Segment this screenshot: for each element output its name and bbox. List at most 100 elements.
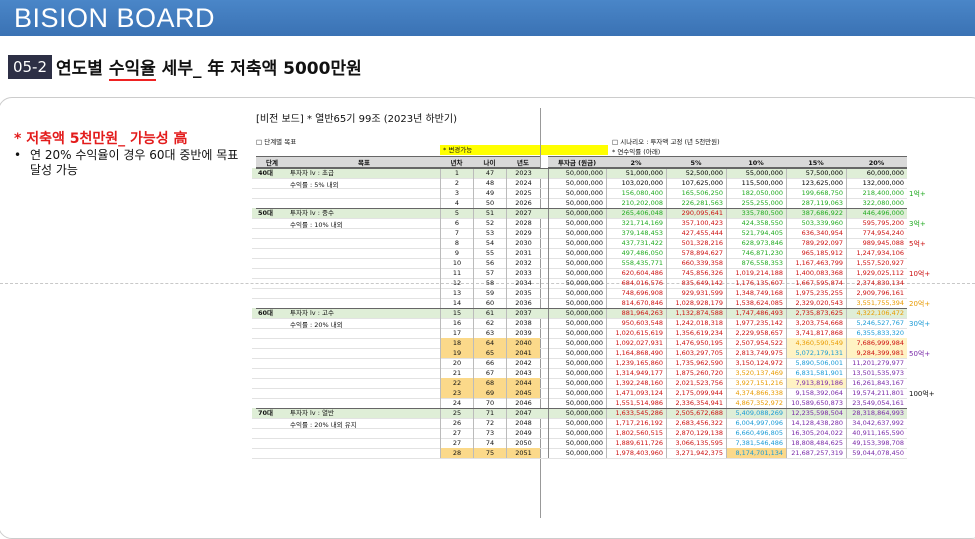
table-cell: 636,340,954 [786, 228, 846, 238]
table-cell: 103,020,000 [606, 178, 666, 188]
table-cell: 10,589,650,873 [786, 398, 846, 408]
table-cell: 965,185,912 [786, 248, 846, 258]
table-cell: 50,000,000 [548, 418, 606, 428]
stage-divider [256, 308, 907, 309]
table-cell: 50,000,000 [548, 238, 606, 248]
table-cell: 6,355,833,320 [846, 328, 907, 338]
table-cell: 15 [440, 308, 473, 318]
table-cell: 64 [473, 338, 506, 348]
table-cell: 58 [473, 278, 506, 288]
table-cell: 226,281,563 [666, 198, 726, 208]
table-cell: 50,000,000 [548, 338, 606, 348]
table-cell: 50,000,000 [548, 368, 606, 378]
table-cell: 40,911,165,590 [846, 428, 907, 438]
table-cell: 501,328,216 [666, 238, 726, 248]
table-cell: 69 [473, 388, 506, 398]
milestone-marker: 20억+ [909, 300, 931, 308]
table-cell: 7,686,999,984 [846, 338, 907, 348]
table-cell: 1,356,619,234 [666, 328, 726, 338]
table-cell: 2045 [506, 388, 540, 398]
table-cell: 115,500,000 [726, 178, 786, 188]
table-cell: 2051 [506, 448, 540, 458]
stage-label: 70대 [258, 409, 274, 417]
table-cell: 26 [440, 418, 473, 428]
table-cell: 18 [440, 338, 473, 348]
table-cell: 17 [440, 328, 473, 338]
table-cell: 5 [440, 208, 473, 218]
table-cell: 50,000,000 [548, 388, 606, 398]
table-cell: 3,150,124,972 [726, 358, 786, 368]
table-cell: 3,551,755,394 [846, 298, 907, 308]
table-cell: 6,660,496,805 [726, 428, 786, 438]
table-cell: 72 [473, 418, 506, 428]
table-cell: 18,808,484,625 [786, 438, 846, 448]
header-6: 2% [606, 156, 666, 168]
table-cell: 497,486,050 [606, 248, 666, 258]
table-cell: 2030 [506, 238, 540, 248]
table-cell: 11,201,279,977 [846, 358, 907, 368]
table-cell: 1,747,486,493 [726, 308, 786, 318]
table-cell: 2049 [506, 428, 540, 438]
milestone-marker: 100억+ [909, 390, 935, 398]
table-cell: 8,174,701,134 [726, 448, 786, 458]
table-cell: 379,148,453 [606, 228, 666, 238]
table-cell: 12 [440, 278, 473, 288]
table-cell: 1,348,749,168 [726, 288, 786, 298]
table-cell: 53 [473, 228, 506, 238]
stage-goal-level: 투자자 lv : 중수 [290, 209, 334, 217]
table-cell: 660,339,358 [666, 258, 726, 268]
table-cell: 595,795,200 [846, 218, 907, 228]
title-underlined: 수익율 [108, 59, 156, 81]
table-cell: 12,235,598,504 [786, 408, 846, 418]
table-cell: 1,875,260,720 [666, 368, 726, 378]
table-cell: 8 [440, 238, 473, 248]
table-cell: 1,314,949,177 [606, 368, 666, 378]
table-cell: 558,435,771 [606, 258, 666, 268]
table-cell: 2,909,796,161 [846, 288, 907, 298]
table-cell: 11 [440, 268, 473, 278]
table-cell: 50,000,000 [548, 178, 606, 188]
table-cell: 28,318,864,993 [846, 408, 907, 418]
table-cell: 50,000,000 [548, 378, 606, 388]
table-cell: 19,574,211,801 [846, 388, 907, 398]
table-cell: 814,670,846 [606, 298, 666, 308]
table-cell: 6,831,581,901 [786, 368, 846, 378]
table-cell: 2044 [506, 378, 540, 388]
table-cell: 929,931,599 [666, 288, 726, 298]
table-cell: 54 [473, 238, 506, 248]
header-3: 나이 [473, 156, 506, 168]
table-cell: 156,080,400 [606, 188, 666, 198]
table-cell: 2,507,954,522 [726, 338, 786, 348]
table-cell: 748,696,908 [606, 288, 666, 298]
table-cell: 2047 [506, 408, 540, 418]
table-cell: 165,506,250 [666, 188, 726, 198]
table-cell: 4,322,106,472 [846, 308, 907, 318]
table-cell: 3,927,151,216 [726, 378, 786, 388]
table-cell: 2025 [506, 188, 540, 198]
summary-note: • 연 20% 수익율이 경우 60대 중반에 목표달성 가능 [14, 148, 239, 178]
table-cell: 1,633,545,286 [606, 408, 666, 418]
table-cell: 123,625,000 [786, 178, 846, 188]
table-cell: 75 [473, 448, 506, 458]
table-cell: 50,000,000 [548, 228, 606, 238]
table-cell: 50,000,000 [548, 248, 606, 258]
table-cell: 2,329,020,543 [786, 298, 846, 308]
table-cell: 2048 [506, 418, 540, 428]
table-cell: 16,305,204,022 [786, 428, 846, 438]
stage-goal-return: 수익률 : 20% 내외 [290, 321, 343, 329]
header-8: 10% [726, 156, 786, 168]
table-cell: 437,731,422 [606, 238, 666, 248]
table-cell: 745,856,326 [666, 268, 726, 278]
table-cell: 1,471,093,124 [606, 388, 666, 398]
table-cell: 34,042,637,992 [846, 418, 907, 428]
table-cell: 2050 [506, 438, 540, 448]
table-cell: 71 [473, 408, 506, 418]
table-cell: 287,119,063 [786, 198, 846, 208]
table-cell: 60 [473, 298, 506, 308]
table-cell: 50,000,000 [548, 288, 606, 298]
table-cell: 2041 [506, 348, 540, 358]
table-cell: 48 [473, 178, 506, 188]
sec-right-label: □ 시나리오 : 투자액 고정 (년 5천만원) [612, 138, 720, 146]
table-cell: 47 [473, 168, 506, 178]
table-cell: 2046 [506, 398, 540, 408]
